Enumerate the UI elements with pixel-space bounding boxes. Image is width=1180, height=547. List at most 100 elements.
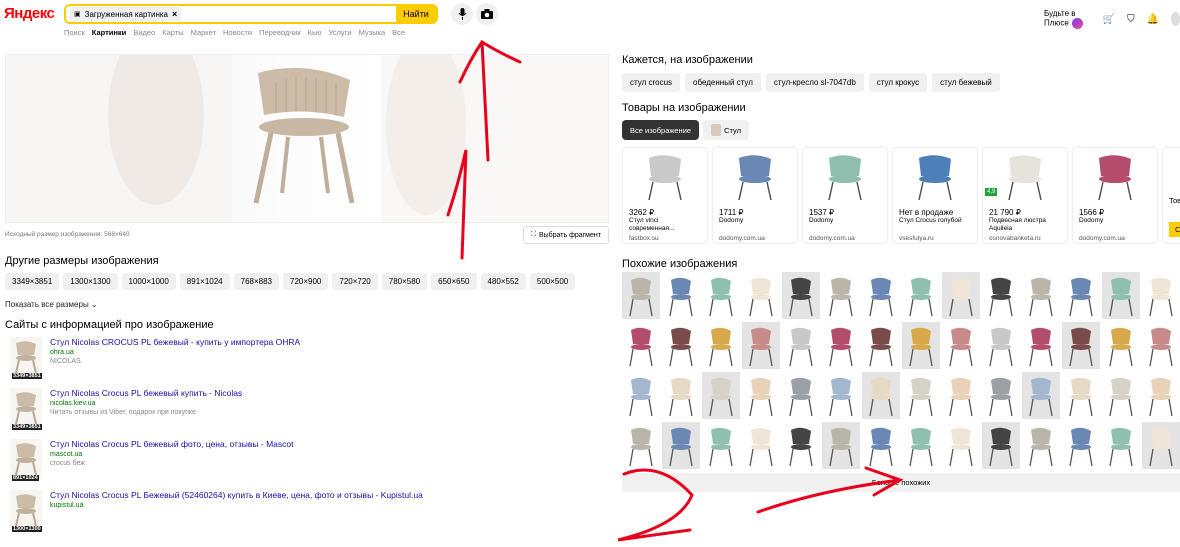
tab-maps[interactable]: Карты xyxy=(162,28,183,37)
site-thumbnail[interactable]: 3349×3851 xyxy=(10,388,42,430)
site-host[interactable]: kupistul.ua xyxy=(50,502,83,509)
similar-image-thumb[interactable] xyxy=(1022,322,1060,369)
microphone-icon[interactable] xyxy=(451,3,473,25)
more-similar-button[interactable]: Больше похожих xyxy=(622,473,1180,492)
tab-whole-image[interactable]: Все изображение xyxy=(622,120,700,140)
similar-image-thumb[interactable] xyxy=(982,272,1020,319)
close-icon[interactable]: × xyxy=(172,9,177,19)
similar-image-thumb[interactable] xyxy=(782,322,820,369)
similar-image-thumb[interactable] xyxy=(1022,372,1060,419)
similar-image-thumb[interactable] xyxy=(702,422,740,469)
site-host[interactable]: nicolas.kiev.ua xyxy=(50,400,95,407)
size-chip[interactable]: 1300×1300 xyxy=(63,273,118,290)
similar-image-thumb[interactable] xyxy=(982,322,1020,369)
similar-image-thumb[interactable] xyxy=(942,272,980,319)
camera-icon[interactable] xyxy=(476,3,498,25)
similar-image-thumb[interactable] xyxy=(982,422,1020,469)
tab-search[interactable]: Поиск xyxy=(64,28,85,37)
product-card[interactable]: 4,9 21 790 ₽ Подвесная люстра Aquileia osno… xyxy=(982,147,1068,244)
similar-image-thumb[interactable] xyxy=(862,272,900,319)
similar-image-thumb[interactable] xyxy=(702,272,740,319)
similar-image-thumb[interactable] xyxy=(902,372,940,419)
product-card[interactable]: 1711 ₽ Dodomy dodomy.com.ua xyxy=(712,147,798,244)
size-chip[interactable]: 780×580 xyxy=(381,273,428,290)
product-shop[interactable]: dodomy.com.ua xyxy=(809,235,855,242)
tag-chip[interactable]: стул бежевый xyxy=(932,73,1000,92)
similar-image-thumb[interactable] xyxy=(902,322,940,369)
similar-image-thumb[interactable] xyxy=(822,372,860,419)
product-card[interactable]: 1537 ₽ Dodomy dodomy.com.ua xyxy=(802,147,888,244)
similar-image-thumb[interactable] xyxy=(742,272,780,319)
similar-image-thumb[interactable] xyxy=(1022,272,1060,319)
more-products-card[interactable]: Товаро Смот xyxy=(1162,147,1180,244)
similar-image-thumb[interactable] xyxy=(862,422,900,469)
tab-all[interactable]: Все xyxy=(392,28,405,37)
tag-chip[interactable]: обеденный стул xyxy=(685,73,761,92)
product-name[interactable]: Стул vinci современная... xyxy=(629,217,705,233)
similar-image-thumb[interactable] xyxy=(1102,422,1140,469)
size-chip[interactable]: 3349×3851 xyxy=(5,273,60,290)
product-name[interactable]: Dodomy xyxy=(719,217,795,225)
site-thumbnail[interactable]: 3349×3851 xyxy=(10,337,42,379)
product-name[interactable]: Dodomy xyxy=(1079,217,1155,225)
product-shop[interactable]: vsesfulya.ru xyxy=(899,235,934,242)
similar-image-thumb[interactable] xyxy=(942,422,980,469)
size-chip[interactable]: 720×900 xyxy=(283,273,329,290)
size-chip[interactable]: 1000×1000 xyxy=(121,273,176,290)
tab-music[interactable]: Музыка xyxy=(359,28,386,37)
similar-image-thumb[interactable] xyxy=(1142,272,1180,319)
similar-image-thumb[interactable] xyxy=(702,372,740,419)
similar-image-thumb[interactable] xyxy=(782,372,820,419)
product-card[interactable]: Нет в продаже Стул Crocus голубой vsesfuly… xyxy=(892,147,978,244)
cart-icon[interactable]: 🛒 xyxy=(1103,14,1115,25)
similar-image-thumb[interactable] xyxy=(942,322,980,369)
similar-image-thumb[interactable] xyxy=(822,322,860,369)
similar-image-thumb[interactable] xyxy=(1142,372,1180,419)
similar-image-thumb[interactable] xyxy=(1142,422,1180,469)
similar-image-thumb[interactable] xyxy=(1142,322,1180,369)
similar-image-thumb[interactable] xyxy=(742,372,780,419)
product-card[interactable]: 1566 ₽ Dodomy dodomy.com.ua xyxy=(1072,147,1158,244)
tab-services[interactable]: Услуги xyxy=(329,28,352,37)
similar-image-thumb[interactable] xyxy=(1062,422,1100,469)
plus-link[interactable]: Будьте в Плюсе xyxy=(1044,9,1091,29)
similar-image-thumb[interactable] xyxy=(942,372,980,419)
product-name[interactable]: Подвесная люстра Aquileia xyxy=(989,217,1065,233)
search-bar[interactable]: ▣ Загруженная картинка × Найти xyxy=(64,4,438,24)
similar-image-thumb[interactable] xyxy=(1102,322,1140,369)
tag-chip[interactable]: стул крокус xyxy=(868,73,928,92)
similar-image-thumb[interactable] xyxy=(662,372,700,419)
size-chip[interactable]: 500×500 xyxy=(529,273,576,290)
site-title-link[interactable]: Стул Nicolas Crocus PL бежевый фото, цен… xyxy=(50,439,293,449)
similar-image-thumb[interactable] xyxy=(622,272,660,319)
product-name[interactable]: Dodomy xyxy=(809,217,885,225)
avatar[interactable] xyxy=(1171,12,1180,26)
similar-image-thumb[interactable] xyxy=(662,272,700,319)
size-chip[interactable]: 480×552 xyxy=(480,273,526,290)
yandex-logo[interactable]: Яндекс xyxy=(4,5,55,22)
site-title-link[interactable]: Стул Nicolas Crocus PL бежевый купить - … xyxy=(50,388,242,398)
product-shop[interactable]: fastbox.su xyxy=(629,235,659,242)
similar-image-thumb[interactable] xyxy=(822,272,860,319)
product-shop[interactable]: dodomy.com.ua xyxy=(1079,235,1125,242)
show-all-sizes-link[interactable]: Показать все размеры ⌄ xyxy=(5,300,98,309)
similar-image-thumb[interactable] xyxy=(702,322,740,369)
site-title-link[interactable]: Стул Nicolas Crocus PL Бежевый (52460264… xyxy=(50,490,423,500)
similar-image-thumb[interactable] xyxy=(1062,322,1100,369)
similar-image-thumb[interactable] xyxy=(742,322,780,369)
similar-image-thumb[interactable] xyxy=(1062,372,1100,419)
tag-chip[interactable]: стул-кресло sl-7047db xyxy=(765,73,864,92)
size-chip[interactable]: 768×883 xyxy=(233,273,279,290)
site-title-link[interactable]: Стул Nicolas CROCUS PL бежевый - купить … xyxy=(50,337,300,347)
similar-image-thumb[interactable] xyxy=(662,322,700,369)
tab-images[interactable]: Картинки xyxy=(92,28,127,37)
similar-image-thumb[interactable] xyxy=(622,322,660,369)
product-shop[interactable]: osnovabanketa.ru xyxy=(989,235,1041,242)
similar-image-thumb[interactable] xyxy=(782,272,820,319)
similar-image-thumb[interactable] xyxy=(622,372,660,419)
similar-image-thumb[interactable] xyxy=(1062,272,1100,319)
similar-image-thumb[interactable] xyxy=(1102,272,1140,319)
query-image[interactable] xyxy=(5,54,609,223)
similar-image-thumb[interactable] xyxy=(622,422,660,469)
uploaded-image-chip[interactable]: ▣ Загруженная картинка × xyxy=(70,7,182,21)
